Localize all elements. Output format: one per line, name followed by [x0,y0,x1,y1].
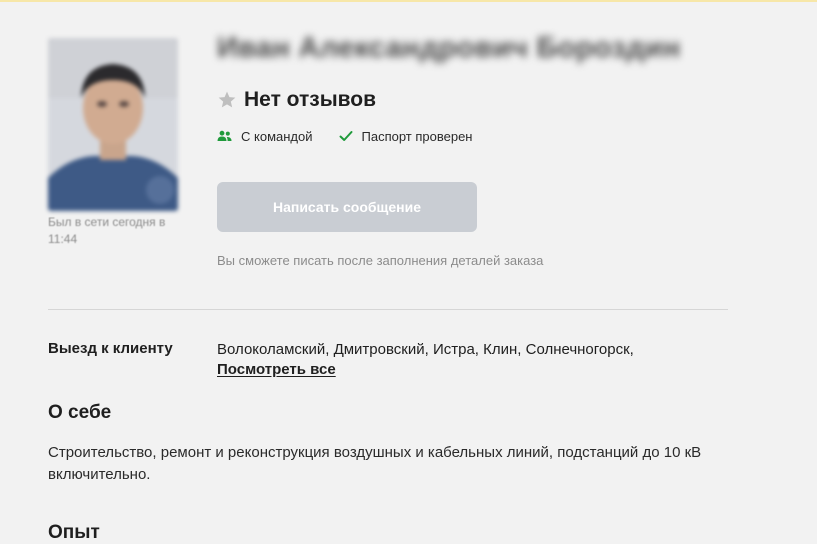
message-hint: Вы сможете писать после заполнения детал… [217,253,544,268]
rating-label: Нет отзывов [244,88,377,111]
team-badge-label: С командой [241,128,313,144]
show-all-areas-link[interactable]: Посмотреть все [217,361,336,378]
write-message-button[interactable]: Написать сообщение [217,182,477,232]
check-icon [339,130,353,142]
team-icon [217,130,232,142]
profile-badges: С командой Паспорт проверен [217,127,498,145]
section-divider [48,309,728,310]
profile-page: Был в сети сегодня в 11:44 Иван Александ… [0,2,817,543]
rating-summary: Нет отзывов [217,86,376,114]
team-badge: С командой [217,129,313,144]
last-seen-status: Был в сети сегодня в 11:44 [48,215,166,246]
about-heading: О себе [48,402,112,423]
profile-name: Иван Александрович Бороздин [217,32,681,64]
experience-heading: Опыт [48,522,100,543]
avatar [48,38,178,211]
client-visit-areas: Волоколамский, Дмитровский, Истра, Клин,… [217,341,634,358]
about-text: Строительство, ремонт и реконструкция во… [48,444,702,483]
star-icon [217,90,237,110]
client-visit-label: Выезд к клиенту [48,340,173,357]
passport-badge-label: Паспорт проверен [361,128,473,144]
passport-badge: Паспорт проверен [339,128,473,144]
